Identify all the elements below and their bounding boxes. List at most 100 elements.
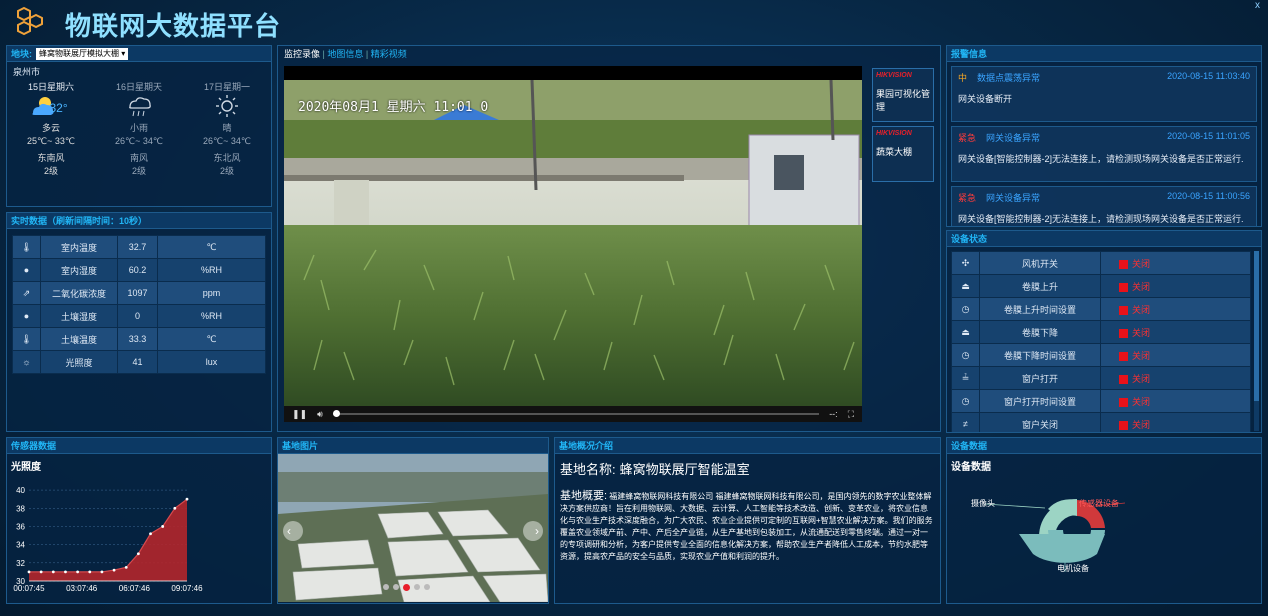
progress-bar[interactable] [332, 410, 820, 417]
device-name: 窗户打开 [979, 366, 1101, 390]
status-square [1119, 351, 1128, 361]
y-tick-label: 36 [16, 522, 25, 531]
alarm-item[interactable]: 紧急 网关设备异常 2020-08-15 11:01:05 网关设备[智能控制器-2… [951, 126, 1257, 182]
sensor-value: 41 [117, 350, 158, 374]
sensor-value: 60.2 [117, 258, 158, 282]
device-row[interactable]: ◷ 窗户打开时间设置 关闭 [951, 389, 1251, 413]
device-name: 风机开关 [979, 251, 1101, 275]
close-icon[interactable]: x [1255, 0, 1260, 11]
device-toggle[interactable]: 关闭 [1100, 297, 1251, 321]
device-status-title: 设备状态 [947, 231, 1261, 247]
device-row[interactable]: ⏏ 卷膜下降 关闭 [951, 320, 1251, 344]
data-point [88, 570, 92, 574]
label-motor: 电机设备 [1057, 564, 1089, 573]
status-square [1119, 305, 1128, 315]
intro-panel: 基地概况介绍 基地名称: 蜂窝物联展厅智能温室 基地概要: 福建蜂窝物联网科技有限… [554, 437, 941, 604]
device-toggle[interactable]: 关闭 [1100, 389, 1251, 413]
y-tick-label: 34 [16, 541, 25, 550]
device-row[interactable]: ≟ 窗户打开 关闭 [951, 366, 1251, 390]
realtime-title: 实时数据（刷新间隔时间：10秒） [7, 213, 271, 229]
status-square [1119, 420, 1128, 430]
photo-title: 基地图片 [278, 438, 548, 454]
device-toggle[interactable]: 关闭 [1100, 366, 1251, 390]
fullscreen-icon[interactable]: ⛶ [848, 409, 854, 420]
y-tick-label: 40 [16, 486, 25, 495]
sensor-value: 0 [117, 304, 158, 328]
location-select[interactable]: 蜂窝物联展厅模拟大棚 ▾ [36, 47, 129, 60]
video-timestamp: 2020年08月1 星期六 11:01 0 [298, 100, 489, 115]
device-name: 卷膜下降时间设置 [979, 343, 1101, 367]
device-row[interactable]: ≠ 窗户关闭 关闭 [951, 412, 1251, 432]
alarm-item[interactable]: 紧急 网关设备异常 2020-08-15 11:00:56 网关设备[智能控制器-2… [951, 186, 1257, 226]
device-row[interactable]: ⏏ 卷膜上升 关闭 [951, 274, 1251, 298]
sensor-value: 32.7 [117, 235, 158, 259]
rain-icon [102, 93, 177, 121]
status-square [1119, 282, 1128, 292]
y-tick-label: 32 [16, 559, 25, 568]
drop-icon: ● [12, 258, 41, 282]
label-camera: 摄像头 [971, 499, 995, 508]
device-toggle[interactable]: 关闭 [1100, 320, 1251, 344]
status-square [1119, 397, 1128, 407]
video-frame [284, 80, 862, 410]
sun-cloud-icon: 32° [14, 93, 89, 121]
device-pie-chart [984, 499, 1126, 572]
data-point [173, 506, 177, 510]
window-open-icon: ≟ [951, 366, 980, 390]
video-panel: 监控录像 | 地图信息 | 精彩视频 2020年08月1 星期六 11:01 0… [277, 45, 941, 432]
device-chart-title: 设备数据 [951, 462, 991, 473]
status-square [1119, 259, 1128, 269]
device-toggle[interactable]: 关闭 [1100, 274, 1251, 298]
pause-icon[interactable]: ❚❚ [292, 409, 307, 420]
tab-map[interactable]: 地图信息 [327, 49, 363, 59]
thermometer-icon: 🌡︎ [12, 327, 41, 351]
sensor-unit: ℃ [157, 235, 266, 259]
sensor-unit: lux [157, 350, 266, 374]
next-photo-icon[interactable]: › [535, 524, 539, 538]
dot[interactable] [414, 584, 420, 590]
weather-panel: 地块: 蜂窝物联展厅模拟大棚 ▾ 泉州市 15日星期六 32° 多云 25℃~ … [6, 45, 272, 207]
prev-photo-icon[interactable]: ‹ [287, 524, 291, 538]
sensor-unit: %RH [157, 258, 266, 282]
clock-icon: ◷ [951, 389, 980, 413]
sensor-unit: %RH [157, 304, 266, 328]
scrollbar[interactable] [1254, 251, 1259, 431]
table-row: 🌡︎ 土壤温度 33.3 ℃ [12, 327, 266, 351]
photo-dots [383, 584, 430, 591]
drop-icon: ● [12, 304, 41, 328]
camera-item-2[interactable]: HIKVISION 蔬菜大棚 [872, 126, 934, 182]
video-player[interactable]: 2020年08月1 星期六 11:01 0 ❚❚ 🔊︎ --: ⛶ [284, 66, 862, 422]
base-name: 基地名称: 蜂窝物联展厅智能温室 [560, 462, 750, 477]
device-toggle[interactable]: 关闭 [1100, 412, 1251, 432]
weather-day-1: 15日星期六 32° 多云 25℃~ 33℃ 东南风 2级 [14, 80, 89, 177]
device-toggle[interactable]: 关闭 [1100, 251, 1251, 275]
sensor-unit: ppm [157, 281, 266, 305]
device-toggle[interactable]: 关闭 [1100, 343, 1251, 367]
sensor-name: 室内温度 [40, 235, 118, 259]
video-tabs: 监控录像 | 地图信息 | 精彩视频 [284, 49, 407, 59]
dot[interactable] [393, 584, 399, 590]
clock-icon: ◷ [951, 297, 980, 321]
sun-icon: ☼ [12, 350, 41, 374]
device-row[interactable]: ✣ 风机开关 关闭 [951, 251, 1251, 275]
device-name: 窗户关闭 [979, 412, 1101, 432]
device-status-table: ✣ 风机开关 关闭 ⏏ 卷膜上升 关闭 ◷ 卷膜上升时间设置 关闭 ⏏ 卷膜下降 关闭 ◷ 卷膜下降时间设… [951, 251, 1251, 432]
tab-videos[interactable]: 精彩视频 [371, 49, 407, 59]
device-row[interactable]: ◷ 卷膜下降时间设置 关闭 [951, 343, 1251, 367]
volume-icon[interactable]: 🔊︎ [317, 409, 323, 420]
dot[interactable] [424, 584, 430, 590]
tab-monitor[interactable]: 监控录像 [284, 49, 320, 59]
clock-icon: ◷ [951, 343, 980, 367]
camera-item-1[interactable]: HIKVISION 果园可视化管理 [872, 68, 934, 122]
sensor-name: 土壤湿度 [40, 304, 118, 328]
data-point [149, 532, 152, 536]
data-point [39, 570, 43, 574]
status-square [1119, 374, 1128, 384]
alarm-item[interactable]: 中数据点震荡异常 2020-08-15 11:03:40 网关设备断开 [951, 66, 1257, 122]
weather-day-3: 17日星期一 晴 26℃~ 34℃ 东北风 2级 [190, 80, 265, 177]
sensor-name: 二氧化碳浓度 [40, 281, 118, 305]
dot-active[interactable] [403, 584, 410, 591]
dot[interactable] [383, 584, 389, 590]
alarm-title: 报警信息 [947, 46, 1261, 62]
device-row[interactable]: ◷ 卷膜上升时间设置 关闭 [951, 297, 1251, 321]
